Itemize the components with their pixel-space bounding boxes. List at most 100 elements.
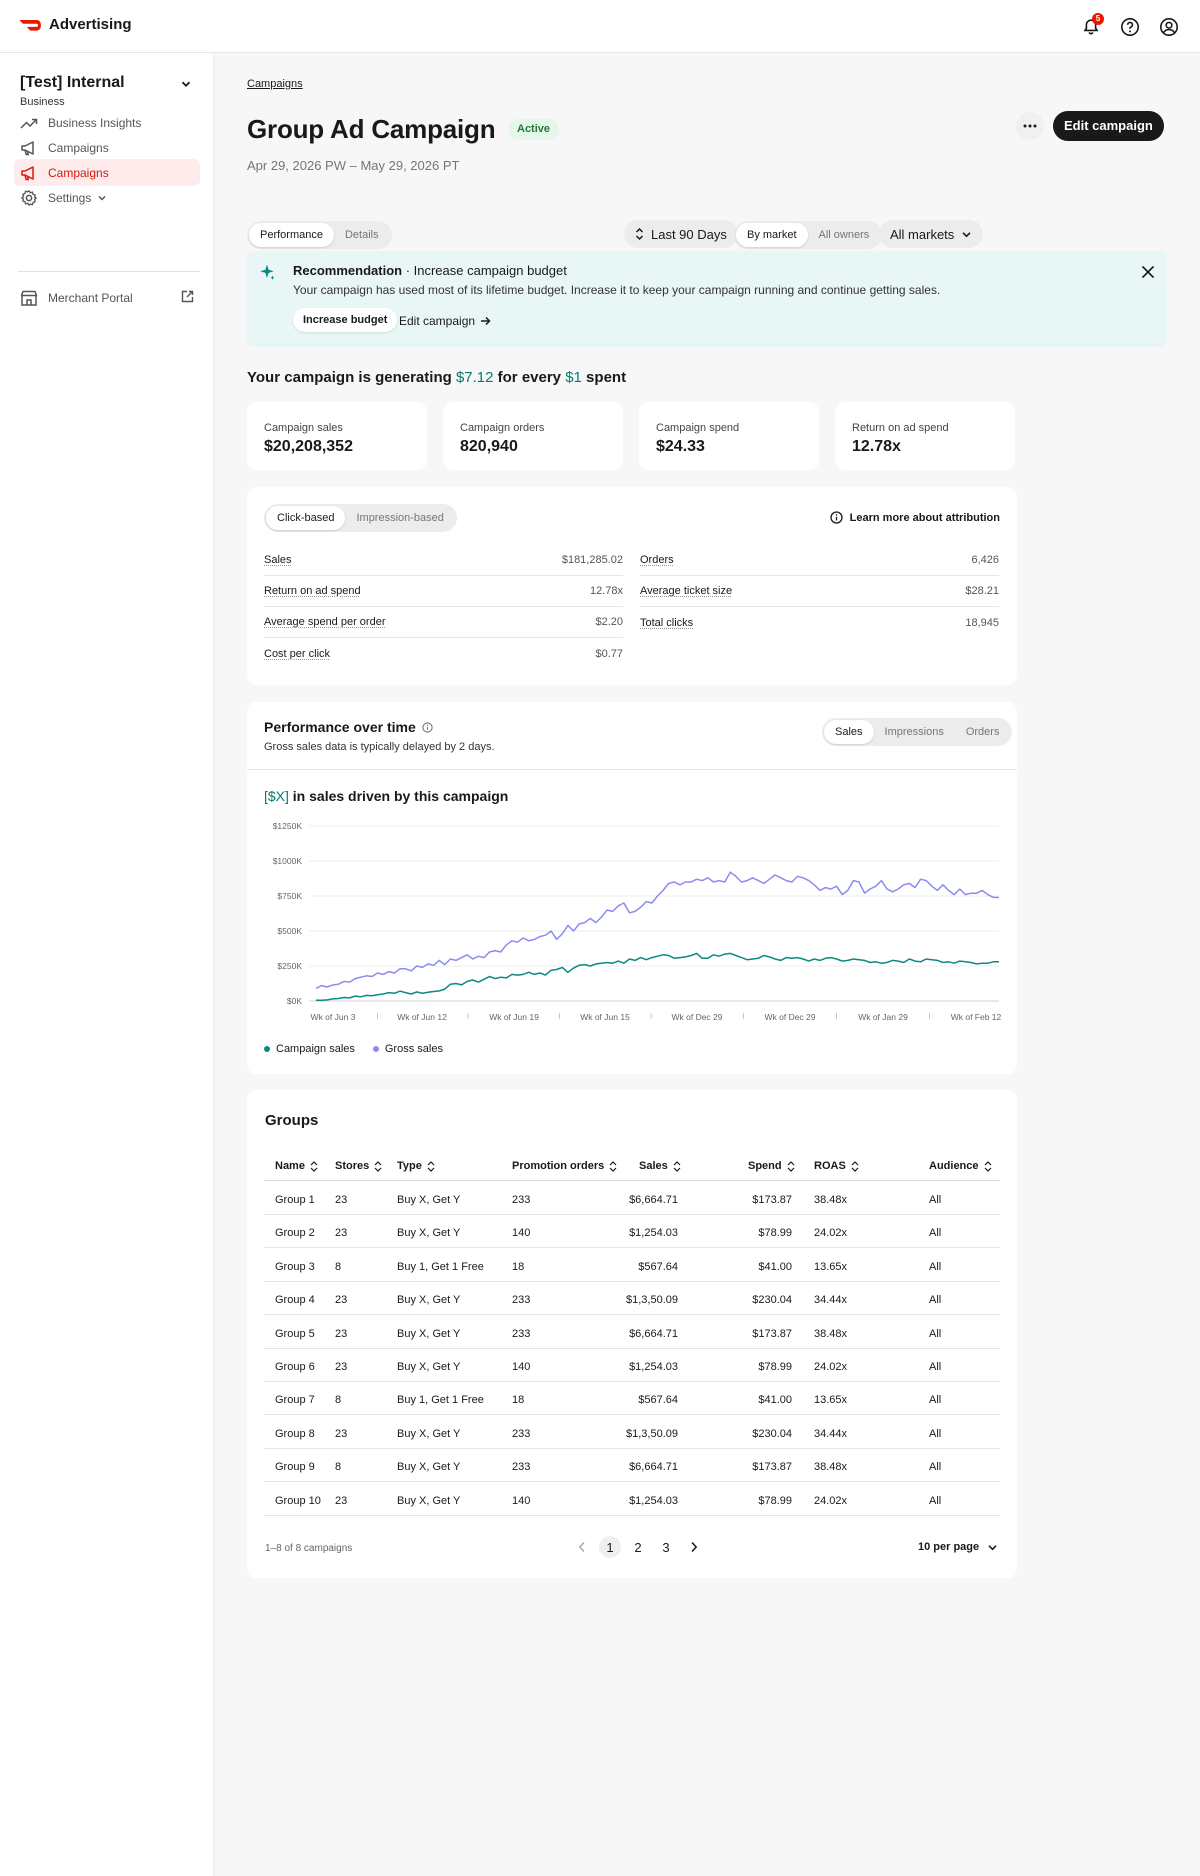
column-header-name[interactable]: Name — [275, 1160, 318, 1172]
brand[interactable]: Advertising — [19, 16, 132, 33]
chevron-down-icon — [180, 78, 192, 90]
sort-icon — [851, 1160, 859, 1172]
column-header-spend[interactable]: Spend — [748, 1160, 795, 1172]
table-cell-spend: $230.04 — [752, 1294, 792, 1307]
column-header-roas[interactable]: ROAS — [814, 1160, 859, 1172]
sidebar: [Test] Internal Business Business Insigh… — [0, 53, 214, 1876]
table-cell-roas: 13.65x — [814, 1394, 848, 1407]
column-header-promotion-orders[interactable]: Promotion orders — [512, 1160, 617, 1172]
table-cell-spend: $78.99 — [758, 1361, 792, 1373]
x-tick-label: Wk of Feb 12 — [951, 1012, 1002, 1022]
chart-legend: Campaign sales Gross sales — [264, 1043, 443, 1055]
table-cell-stores: 23 — [335, 1494, 348, 1507]
metric-value: $28.21 — [965, 585, 999, 597]
column-header-type[interactable]: Type — [397, 1160, 435, 1172]
kpi-label: Campaign orders — [460, 422, 545, 434]
breadcrumb[interactable]: Campaigns — [247, 78, 303, 90]
table-row[interactable]: Group 8 23 Buy X, Get Y 233 $1,3,50.09 $230.0… — [264, 1416, 1000, 1449]
table-row[interactable]: Group 4 23 Buy X, Get Y 233 $1,3,50.09 $230.0… — [264, 1282, 1000, 1316]
kpi-label: Campaign spend — [656, 422, 740, 434]
help-icon[interactable] — [1117, 14, 1143, 40]
tab-details[interactable]: Details — [334, 223, 390, 247]
attribution-card: Click-based Impression-based Learn more … — [247, 487, 1017, 685]
edit-campaign-button[interactable]: Edit campaign — [1053, 111, 1164, 141]
previous-page-icon[interactable] — [571, 1536, 593, 1558]
table-row[interactable]: Group 6 23 Buy X, Get Y 140 $1,254.03 $78.99 2… — [264, 1349, 1000, 1382]
sort-icon — [427, 1160, 435, 1172]
column-header-sales[interactable]: Sales — [639, 1160, 681, 1172]
sidebar-item-settings[interactable]: Settings — [14, 184, 200, 211]
toggle-impression-based[interactable]: Impression-based — [345, 506, 454, 530]
column-header-audience[interactable]: Audience — [929, 1160, 992, 1172]
table-row[interactable]: Group 5 23 Buy X, Get Y 233 $6,664.71 $173.87… — [264, 1316, 1000, 1349]
toggle-by-market[interactable]: By market — [736, 223, 808, 247]
metric-label[interactable]: Total clicks — [640, 617, 693, 629]
metric-label[interactable]: Orders — [640, 554, 674, 566]
toggle-orders[interactable]: Orders — [955, 720, 1011, 744]
kpi-value: 820,940 — [460, 438, 518, 455]
next-page-icon[interactable] — [683, 1536, 705, 1558]
table-cell-stores: 8 — [335, 1461, 342, 1474]
view-toggle: By market All owners — [734, 221, 883, 249]
table-row[interactable]: Group 3 8 Buy 1, Get 1 Free 18 $567.64 $41.00… — [264, 1249, 1000, 1282]
per-page-select[interactable]: 10 per page — [918, 1541, 998, 1553]
table-row[interactable]: Group 9 8 Buy X, Get Y 233 $6,664.71 $173.87 3… — [264, 1449, 1000, 1483]
more-options-button[interactable] — [1016, 112, 1044, 140]
attribution-toggle: Click-based Impression-based — [264, 504, 457, 532]
account-icon[interactable] — [1156, 14, 1182, 40]
sidebar-item-merchant-portal[interactable]: Merchant Portal — [14, 284, 200, 311]
campaign-date-range: Apr 29, 2026 PW – May 29, 2026 PT — [247, 158, 460, 173]
table-cell-roas: 34.44x — [814, 1427, 848, 1440]
table-cell-stores: 23 — [335, 1327, 348, 1340]
table-row[interactable]: Group 2 23 Buy X, Get Y 140 $1,254.03 $78.99 2… — [264, 1215, 1000, 1249]
chevron-down-icon — [962, 231, 971, 237]
table-row[interactable]: Group 10 23 Buy X, Get Y 140 $1,254.03 $78.99… — [264, 1483, 1000, 1516]
metric-label[interactable]: Cost per click — [264, 648, 330, 660]
table-cell-promotion-orders: 233 — [512, 1461, 531, 1474]
series-line-campaign-sales — [316, 952, 999, 1002]
sort-icon — [609, 1160, 617, 1172]
table-cell-spend: $173.87 — [752, 1327, 792, 1340]
toggle-sales[interactable]: Sales — [824, 720, 874, 744]
toggle-impressions[interactable]: Impressions — [874, 720, 955, 744]
sidebar-item-campaigns[interactable]: Campaigns — [14, 134, 200, 161]
table-cell-sales: $6,664.71 — [629, 1461, 678, 1474]
sidebar-item-campaigns-active[interactable]: Campaigns — [14, 159, 200, 186]
storefront-icon — [19, 288, 39, 308]
account-switcher[interactable]: [Test] Internal Business — [20, 74, 192, 108]
page-button[interactable]: 1 — [599, 1536, 621, 1558]
table-row[interactable]: Group 1 23 Buy X, Get Y 233 $6,664.71 $173.87… — [264, 1182, 1000, 1215]
metric-label[interactable]: Return on ad spend — [264, 585, 361, 597]
sidebar-item-business-insights[interactable]: Business Insights — [14, 109, 200, 136]
metric-label[interactable]: Sales — [264, 554, 292, 566]
notifications-bell-icon[interactable]: 5 — [1078, 13, 1104, 40]
table-row[interactable]: Group 7 8 Buy 1, Get 1 Free 18 $567.64 $41.00… — [264, 1382, 1000, 1416]
page-title: Group Ad Campaign — [247, 114, 496, 144]
page-button[interactable]: 2 — [627, 1536, 649, 1558]
close-icon[interactable] — [1141, 265, 1155, 279]
table-cell-promotion-orders: 140 — [512, 1227, 531, 1240]
markets-select[interactable]: All markets — [879, 220, 984, 248]
learn-more-attribution-link[interactable]: Learn more about attribution — [830, 511, 1000, 524]
tab-performance[interactable]: Performance — [249, 223, 334, 247]
more-horizontal-icon — [1023, 124, 1037, 128]
table-cell-sales: $1,3,50.09 — [626, 1294, 678, 1307]
increase-budget-button[interactable]: Increase budget — [293, 308, 398, 332]
metric-label[interactable]: Average spend per order — [264, 616, 386, 628]
page-button[interactable]: 3 — [655, 1536, 677, 1558]
toggle-all-owners[interactable]: All owners — [808, 223, 881, 247]
recommendation-edit-campaign-link[interactable]: Edit campaign — [399, 314, 491, 328]
table-cell-stores: 23 — [335, 1294, 348, 1307]
chevron-down-icon — [988, 1544, 997, 1550]
table-cell-promotion-orders: 140 — [512, 1361, 531, 1373]
x-tick-label: Wk of Jan 29 — [858, 1012, 908, 1022]
chart-headline: [$X] in sales driven by this campaign — [264, 788, 509, 804]
toggle-click-based[interactable]: Click-based — [266, 506, 346, 530]
metric-label[interactable]: Average ticket size — [640, 585, 732, 597]
column-header-stores[interactable]: Stores — [335, 1160, 382, 1172]
sales-line-chart: $0K $250K $500K $750K $1000K $1250K Wk of Jun … — [273, 821, 1002, 1022]
recommendation-body: Your campaign has used most of its lifet… — [293, 283, 941, 297]
date-range-select[interactable]: Last 90 Days — [624, 220, 738, 248]
performance-card: Performance over time Gross sales data i… — [247, 702, 1017, 1074]
table-cell-stores: 23 — [335, 1427, 348, 1440]
